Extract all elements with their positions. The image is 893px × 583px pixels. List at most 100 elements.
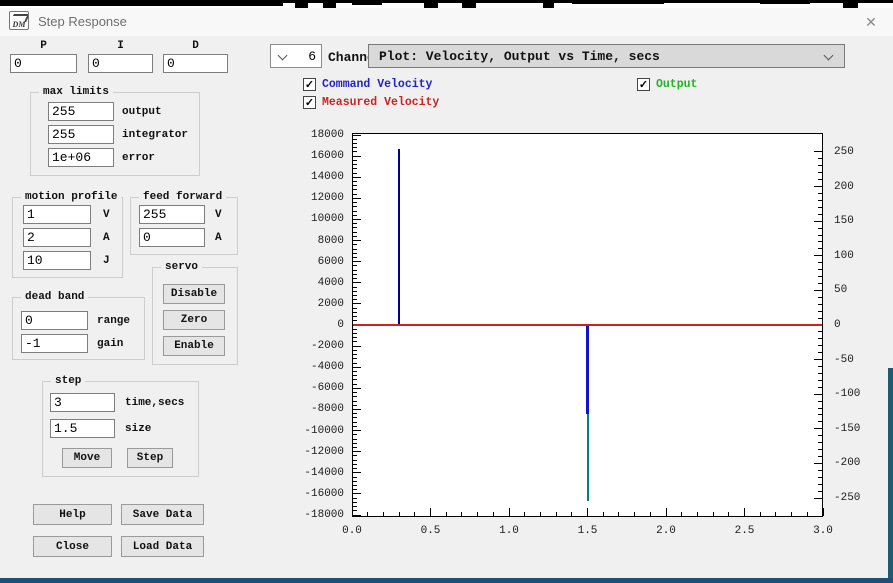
background-glyph-fragment (760, 0, 810, 4)
deadband-gain-input[interactable] (21, 334, 88, 353)
y-axis-left-tick-label: 6000 (294, 256, 344, 268)
ff-a-label: A (215, 232, 222, 244)
motion-a-input[interactable] (23, 228, 91, 247)
channel-spinner[interactable]: 6 (270, 44, 322, 68)
y-axis-right-tick-label: 200 (834, 181, 878, 193)
max-output-input[interactable] (48, 102, 114, 121)
output-checkbox[interactable]: ✓ (637, 78, 650, 91)
deadband-range-input[interactable] (21, 311, 88, 330)
step-title: step (51, 375, 85, 387)
x-axis-tick-label: 3.0 (805, 525, 841, 537)
y-axis-right-tick-label: -200 (834, 457, 878, 469)
y-axis-right-tick-label: 250 (834, 146, 878, 158)
measured-velocity-checkbox[interactable]: ✓ (303, 96, 316, 109)
max-limits-title: max limits (39, 86, 113, 98)
max-error-label: error (122, 152, 155, 164)
y-axis-left-tick-label: -6000 (294, 382, 344, 394)
close-icon[interactable]: ✕ (857, 10, 885, 34)
background-window-edge (0, 0, 893, 8)
x-axis-tick-label: 0.5 (413, 525, 449, 537)
x-axis-tick-label: 2.5 (727, 525, 763, 537)
y-axis-left-tick-label: 16000 (294, 150, 344, 162)
max-output-label: output (122, 106, 162, 118)
y-axis-left-tick-label: 18000 (294, 129, 344, 141)
ff-a-input[interactable] (139, 228, 205, 247)
output-label: Output (656, 78, 697, 91)
y-axis-right-tick-label: -150 (834, 423, 878, 435)
x-axis-tick-label: 1.0 (491, 525, 527, 537)
close-button[interactable]: Close (33, 536, 112, 557)
d-label: D (163, 40, 228, 52)
servo-enable-button[interactable]: Enable (163, 336, 225, 356)
background-glyph-fragment (572, 0, 664, 4)
background-glyph-fragment (462, 0, 476, 8)
max-error-input[interactable] (48, 148, 114, 167)
x-axis-tick-label: 1.5 (570, 525, 606, 537)
background-glyph-fragment (295, 0, 308, 8)
background-glyph-fragment (0, 0, 283, 6)
background-glyph-fragment (543, 0, 554, 8)
command-velocity-checkbox[interactable]: ✓ (303, 78, 316, 91)
i-label: I (88, 40, 153, 52)
max-integrator-input[interactable] (48, 125, 114, 144)
servo-zero-button[interactable]: Zero (163, 310, 225, 330)
y-axis-right-tick-label: -250 (834, 492, 878, 504)
chevron-down-icon (824, 51, 834, 61)
y-axis-right-tick-label: 150 (834, 215, 878, 227)
load-data-button[interactable]: Load Data (121, 536, 204, 557)
background-glyph-fragment (843, 0, 858, 8)
motion-v-label: V (103, 209, 110, 221)
deadband-gain-label: gain (97, 338, 123, 350)
step-size-label: size (125, 423, 151, 435)
y-axis-left-tick-label: 8000 (294, 235, 344, 247)
step-size-input[interactable] (50, 419, 115, 438)
channel-value: 6 (308, 49, 316, 64)
motion-j-label: J (103, 255, 110, 267)
motion-a-label: A (103, 232, 110, 244)
p-input[interactable] (10, 54, 77, 73)
y-axis-left-tick-label: 10000 (294, 213, 344, 225)
y-axis-left-tick-label: -18000 (294, 509, 344, 521)
move-button[interactable]: Move (62, 448, 112, 468)
measured-velocity-label: Measured Velocity (322, 96, 439, 109)
feed-forward-title: feed forward (139, 191, 226, 203)
y-axis-right-tick-label: -100 (834, 388, 878, 400)
plot-select-dropdown[interactable]: Plot: Velocity, Output vs Time, secs (368, 44, 845, 68)
y-axis-left-tick-label: -4000 (294, 361, 344, 373)
y-axis-left-tick-label: -8000 (294, 403, 344, 415)
motion-v-input[interactable] (23, 205, 91, 224)
y-axis-left-tick-label: 2000 (294, 298, 344, 310)
y-axis-left-tick-label: -10000 (294, 425, 344, 437)
step-button[interactable]: Step (127, 448, 173, 468)
help-button[interactable]: Help (33, 504, 112, 525)
chevron-down-icon[interactable] (278, 51, 288, 61)
save-data-button[interactable]: Save Data (121, 504, 204, 525)
y-axis-right-tick-label: 50 (834, 284, 878, 296)
title-bar: DM Step Response ✕ (0, 8, 893, 36)
y-axis-left-tick-label: -12000 (294, 446, 344, 458)
y-axis-right-tick-label: -50 (834, 354, 878, 366)
step-time-input[interactable] (50, 393, 115, 412)
y-axis-left-tick-label: 14000 (294, 171, 344, 183)
y-axis-left-tick-label: -14000 (294, 467, 344, 479)
servo-title: servo (161, 261, 202, 273)
ff-v-label: V (215, 209, 222, 221)
servo-disable-button[interactable]: Disable (163, 284, 225, 304)
app-icon: DM (9, 11, 29, 30)
deadband-range-label: range (97, 315, 130, 327)
i-input[interactable] (88, 54, 153, 73)
plot-select-value: Plot: Velocity, Output vs Time, secs (379, 49, 660, 64)
window-title: Step Response (38, 14, 127, 29)
d-input[interactable] (163, 54, 228, 73)
motion-j-input[interactable] (23, 251, 91, 270)
max-integrator-label: integrator (122, 129, 188, 141)
ff-v-input[interactable] (139, 205, 205, 224)
y-axis-right-tick-label: 0 (834, 319, 878, 331)
app-icon-scribble (10, 14, 29, 22)
y-axis-left-tick-label: 0 (294, 319, 344, 331)
background-glyph-fragment (323, 0, 336, 8)
y-axis-left-tick-label: -2000 (294, 340, 344, 352)
app-icon-text: DM (13, 21, 26, 29)
x-axis-tick-label: 2.0 (648, 525, 684, 537)
background-glyph-fragment (352, 0, 382, 5)
